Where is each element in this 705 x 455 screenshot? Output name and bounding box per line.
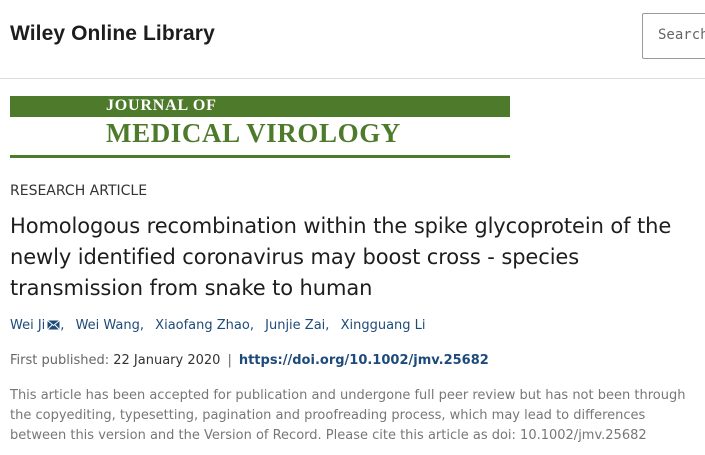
journal-title-line1: JOURNAL OF (106, 97, 217, 114)
author-link[interactable]: Junjie Zai (265, 318, 325, 333)
author-separator: , (60, 318, 65, 333)
search-input[interactable]: Search (642, 13, 705, 59)
author-separator: , (249, 318, 254, 333)
article-title: Homologous recombination within the spik… (10, 214, 672, 300)
article-type: RESEARCH ARTICLE (10, 183, 148, 199)
site-header: Wiley Online Library Search (0, 0, 705, 79)
author-link[interactable]: Xingguang Li (341, 318, 426, 333)
banner-top-bar (10, 96, 510, 117)
accepted-article-notice: This article has been accepted for publi… (10, 388, 686, 443)
author-link[interactable]: Xiaofang Zhao (155, 318, 250, 333)
publication-info: First published: 22 January 2020 | https:/… (10, 353, 489, 368)
first-published-date: 22 January 2020 (113, 353, 221, 368)
author-link[interactable]: Wei Wang (76, 318, 140, 333)
mail-icon[interactable] (47, 319, 61, 334)
journal-title-line2: MEDICAL VIROLOGY (106, 118, 401, 148)
author-link[interactable]: Wei Ji (10, 318, 45, 333)
first-published-label: First published: (10, 353, 110, 368)
journal-banner[interactable]: JOURNAL OF MEDICAL VIROLOGY (10, 96, 510, 158)
banner-rule (10, 155, 510, 158)
author-separator: , (139, 318, 145, 333)
author-separator: , (325, 318, 330, 333)
doi-link[interactable]: https://doi.org/10.1002/jmv.25682 (239, 353, 489, 368)
info-separator: | (227, 353, 232, 368)
author-list: Wei Ji, Wei Wang, Xiaofang Zhao, Junjie … (10, 318, 426, 334)
site-title[interactable]: Wiley Online Library (10, 22, 215, 46)
